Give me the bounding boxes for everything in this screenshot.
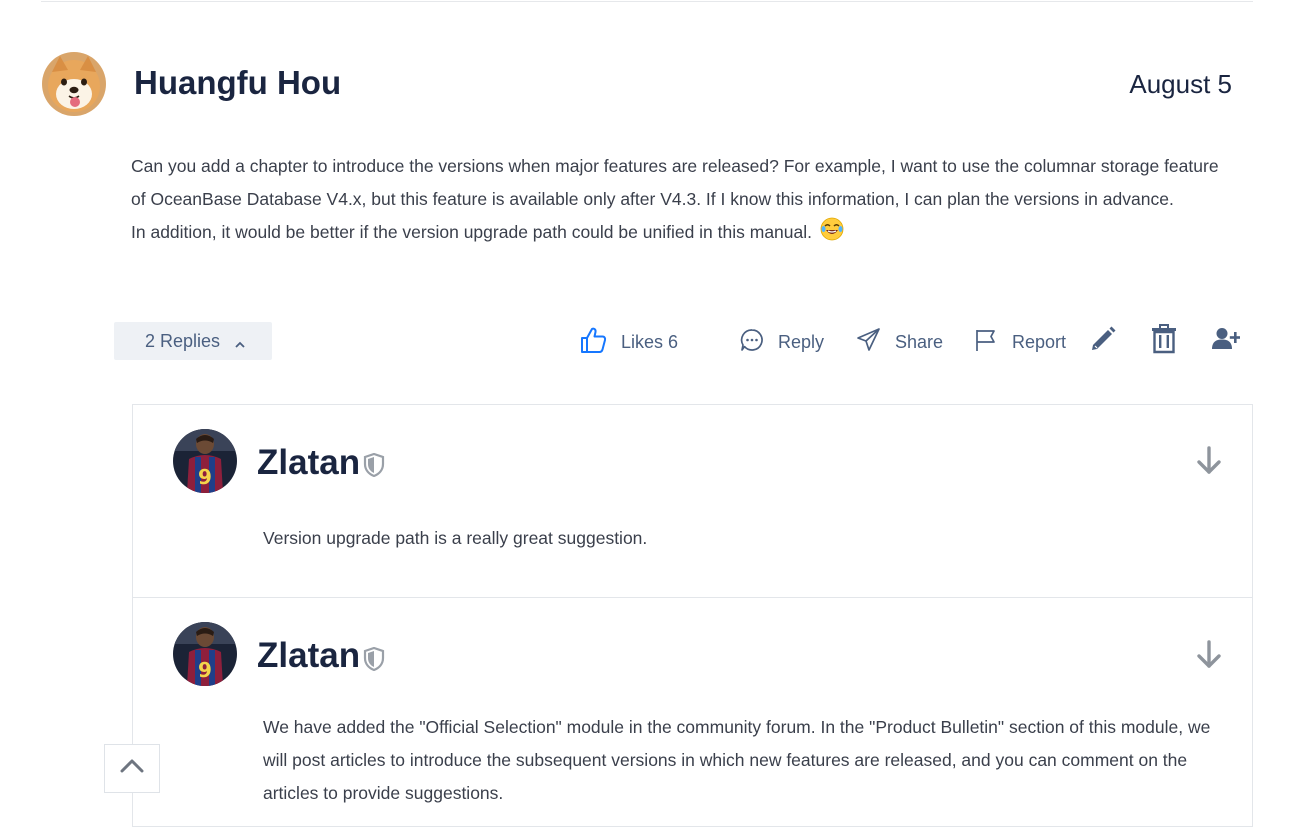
user-plus-icon [1212, 327, 1241, 356]
shield-icon [363, 452, 385, 482]
delete-button[interactable] [1148, 323, 1180, 359]
replies-count-label: 2 Replies [145, 330, 221, 351]
chevron-up-icon [119, 758, 145, 779]
edit-button[interactable] [1087, 324, 1119, 358]
reply-text: Version upgrade path is a really great s… [263, 528, 648, 548]
author-name[interactable]: Huangfu Hou [134, 64, 341, 102]
arrow-down-icon[interactable] [1196, 640, 1222, 670]
replies-list: 9 Zlatan Version upgrade path is a reall… [132, 404, 1253, 827]
reply-author-name[interactable]: Zlatan [257, 443, 360, 483]
share-label: Share [895, 331, 944, 352]
replies-toggle-button[interactable]: 2 Replies [114, 322, 272, 360]
shield-icon [363, 646, 385, 676]
top-divider [41, 1, 1253, 2]
reply-author-name[interactable]: Zlatan [257, 636, 360, 676]
trash-icon [1151, 323, 1177, 359]
svg-text:9: 9 [198, 465, 212, 489]
reply-text: We have added the "Official Selection" m… [263, 717, 1211, 803]
paper-plane-icon [856, 327, 881, 357]
likes-label: Likes 6 [621, 331, 679, 352]
post-text-2: In addition, it would be better if the v… [131, 216, 1231, 252]
post-date: August 5 [1129, 69, 1232, 99]
back-to-top-button[interactable] [104, 744, 160, 793]
comment-thread: Huangfu Hou August 5 Can you add a chapt… [0, 0, 1292, 840]
post-body: Can you add a chapter to introduce the v… [131, 150, 1231, 252]
reply-divider [133, 597, 1252, 598]
flag-icon [974, 328, 998, 357]
arrow-down-icon[interactable] [1196, 446, 1222, 476]
pencil-icon [1089, 325, 1117, 358]
report-label: Report [1012, 331, 1067, 352]
svg-text:9: 9 [198, 658, 212, 682]
reply-button[interactable]: Reply [740, 326, 824, 358]
laughing-emoji-icon [820, 217, 844, 252]
share-button[interactable]: Share [856, 326, 943, 358]
chevron-up-icon [234, 334, 246, 355]
reply-label: Reply [778, 331, 825, 352]
thumbs-up-icon [580, 326, 607, 359]
add-user-button[interactable] [1210, 324, 1242, 358]
comment-bubble-icon [740, 328, 764, 357]
reply-avatar[interactable]: 9 [173, 622, 237, 686]
reply-avatar[interactable]: 9 [173, 429, 237, 493]
report-button[interactable]: Report [974, 326, 1066, 358]
post-text: Can you add a chapter to introduce the v… [131, 156, 1219, 209]
author-avatar[interactable] [42, 52, 106, 116]
like-button[interactable]: Likes 6 [580, 326, 678, 358]
